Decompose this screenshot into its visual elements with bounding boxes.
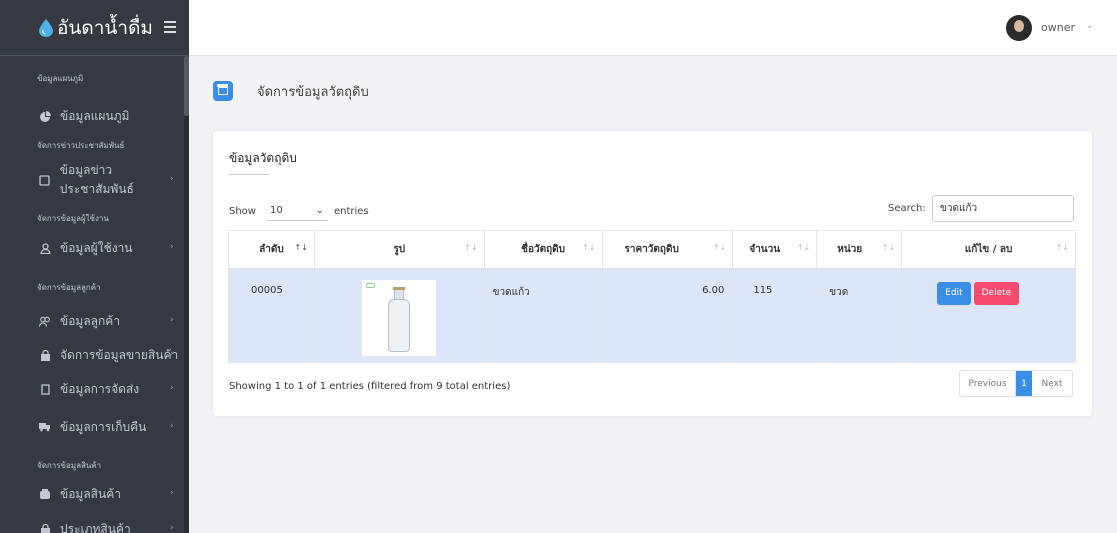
chevron-right-icon: › [170,315,174,325]
users-icon [39,315,51,327]
divider [229,174,269,175]
sort-icon: ↑↓ [796,243,811,252]
column-header-image[interactable]: รูป ↑↓ [313,230,485,270]
entries-select[interactable]: 10 ⌄ [265,201,328,221]
materials-card: ข้อมูลวัตถุดิบ Show 10 ⌄ entries Search:… [213,131,1092,416]
nav-header-products: จัดการข้อมูลสินค้า [37,461,102,470]
user-name[interactable]: owner [1041,21,1075,34]
chevron-right-icon: › [170,421,174,431]
entries-label: entries [333,205,369,217]
column-header-order[interactable]: ลำดับ ↑↓ [228,230,315,270]
sidebar-item-product-types[interactable]: ประเภทสินค้า › [0,512,184,533]
pie-chart-icon [39,110,51,122]
column-header-quantity[interactable]: จำนวน ↑↓ [732,230,818,270]
cell-order: 00005 [228,268,315,363]
sidebar-item-products[interactable]: ข้อมูลสินค้า › [0,477,184,511]
column-header-name[interactable]: ชื่อวัตถุดิบ ↑↓ [483,230,603,270]
truck-icon [39,421,51,433]
nav-header-charts: ข้อมูลแผนภูมิ [37,74,84,83]
pagination: Previous 1 Next [959,370,1073,397]
cell-actions: Edit Delete [901,268,1076,363]
chevron-down-icon[interactable]: ⌄ [1086,21,1094,31]
sort-icon: ↑↓ [881,243,896,252]
archive-icon [213,81,233,101]
entries-length-control: Show 10 ⌄ entries [229,201,369,221]
search-input[interactable] [932,195,1074,222]
sidebar-item-news[interactable]: ข้อมูลข่าวประชาสัมพันธ์ › [0,163,184,197]
box-icon [39,383,51,395]
brand-title: อันดาน้ำดื่ม [57,16,153,39]
sort-icon: ↑↓ [582,243,596,252]
sidebar-item-label: ข้อมูลการเก็บคืน [60,419,147,434]
sort-icon: ↑↓ [464,243,478,252]
cell-image [313,268,485,363]
sidebar-item-sales[interactable]: จัดการข้อมูลขายสินค้า › [0,338,184,372]
sidebar-item-label: ข้อมูลสินค้า [60,486,121,501]
chevron-right-icon: › [170,383,174,393]
water-drop-icon [39,19,53,37]
cell-unit: ขวด [816,268,903,363]
sidebar-item-label: ข้อมูลข่าวประชาสัมพันธ์ [59,163,134,196]
chevron-right-icon: › [170,174,174,184]
chevron-right-icon: › [170,523,174,533]
chevron-down-icon: ⌄ [315,205,324,216]
user-icon [39,242,51,254]
next-button[interactable]: Next [1032,371,1072,396]
previous-button[interactable]: Previous [960,371,1016,396]
sort-icon: ↑↓ [712,243,727,252]
cell-name: ขวดแก้ว [483,268,603,363]
sidebar-item-customers[interactable]: ข้อมูลลูกค้า › [0,304,184,338]
sidebar-item-label: ข้อมูลลูกค้า [60,313,121,328]
sidebar-item-users[interactable]: ข้อมูลผู้ใช้งาน › [0,231,184,265]
column-header-unit[interactable]: หน่วย ↑↓ [816,230,903,270]
page-title: จัดการข้อมูลวัตถุดิบ [257,85,369,100]
sort-icon: ↑↓ [294,243,308,252]
sidebar-item-label: จัดการข้อมูลขายสินค้า [60,347,179,362]
sidebar-item-label: ข้อมูลแผนภูมิ [60,108,130,123]
nav-header-users: จัดการข้อมูลผู้ใช้งาน [37,214,109,223]
sidebar-item-delivery[interactable]: ข้อมูลการจัดส่ง › [0,372,184,406]
tag-icon [39,523,51,533]
chevron-right-icon: › [170,349,174,359]
sidebar-scrollbar[interactable] [184,56,189,533]
table-info: Showing 1 to 1 of 1 entries (filtered fr… [229,381,511,392]
shopping-bag-icon [39,349,51,361]
sort-icon: ↑↓ [1055,243,1069,252]
delete-button[interactable]: Delete [973,281,1020,305]
card-title: ข้อมูลวัตถุดิบ [229,151,297,165]
nav-header-customers: จัดการข้อมูลลูกค้า [37,283,101,292]
cell-price: 6.00 [601,268,734,363]
sidebar-item-label: ประเภทสินค้า [60,521,131,533]
nav-header-news: จัดการข่าวประชาสัมพันธ์ [37,141,125,150]
avatar[interactable] [1006,15,1032,41]
bottle-icon [39,488,51,500]
glass-bottle-image [362,279,437,356]
sidebar: อันดาน้ำดื่ม ข้อมูลแผนภูมิ ข้อมูลแผนภูมิ… [0,0,189,533]
chevron-right-icon: › [170,242,174,252]
top-navbar: owner ⌄ [189,0,1117,56]
sidebar-item-label: ข้อมูลผู้ใช้งาน [60,240,133,255]
brand[interactable]: อันดาน้ำดื่ม [0,0,189,56]
sidebar-item-charts[interactable]: ข้อมูลแผนภูมิ [0,99,184,133]
show-label: Show [229,205,256,217]
edit-button[interactable]: Edit [937,281,971,305]
table-row: 00005 ขวดแก้ว 6.00 115 ขวด Edit Delete [228,268,1076,363]
newspaper-icon [39,174,51,186]
page-button-1[interactable]: 1 [1016,371,1032,396]
sidebar-item-returns[interactable]: ข้อมูลการเก็บคืน › [0,410,184,444]
menu-toggle-icon[interactable] [164,21,176,33]
cell-quantity: 115 [732,268,818,363]
entries-select-value: 10 [269,205,283,216]
materials-table: ลำดับ ↑↓ รูป ↑↓ ชื่อวัตถุดิบ ↑↓ ราคาวัตถุดิ… [228,230,1076,363]
column-header-actions[interactable]: แก้ไข / ลบ ↑↓ [901,230,1076,270]
sidebar-item-label: ข้อมูลการจัดส่ง [60,381,140,396]
chevron-right-icon: › [170,488,174,498]
column-header-price[interactable]: ราคาวัตถุดิบ ↑↓ [601,230,734,270]
search-label: Search: [888,203,926,214]
